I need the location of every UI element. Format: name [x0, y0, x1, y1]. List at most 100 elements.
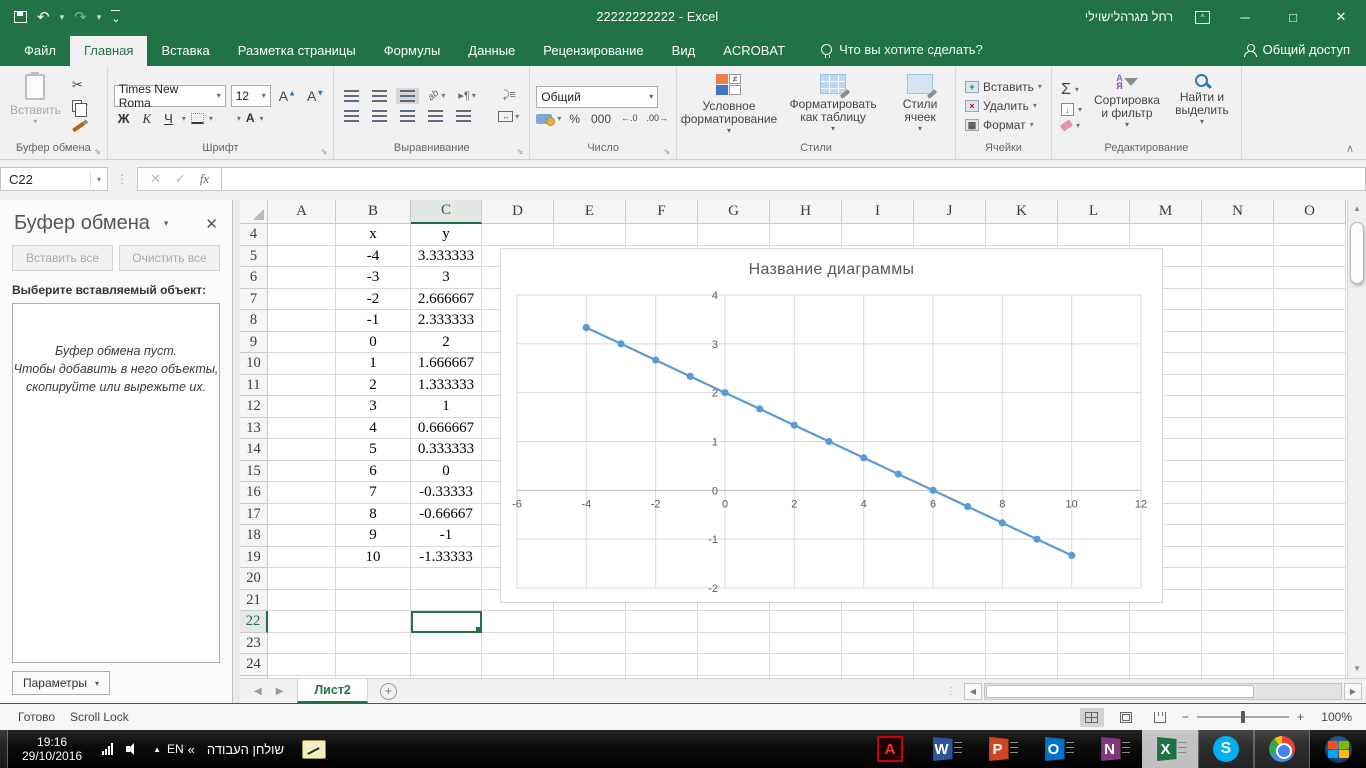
cell-J23[interactable]	[914, 633, 986, 655]
row-header-22[interactable]: 22	[240, 611, 268, 633]
row-header-8[interactable]: 8	[240, 310, 268, 332]
desktop-toolbar-label[interactable]: שולחן העבודה	[199, 742, 292, 757]
cell-G23[interactable]	[698, 633, 770, 655]
row-header-21[interactable]: 21	[240, 590, 268, 612]
normal-view-button[interactable]	[1080, 708, 1104, 727]
clear-all-button[interactable]: Очистить все	[119, 245, 220, 271]
language-indicator[interactable]: EN	[167, 742, 184, 756]
col-header-E[interactable]: E	[554, 200, 626, 224]
cell-A8[interactable]	[268, 310, 336, 332]
underline-button[interactable]: Ч	[160, 111, 177, 126]
cell-A4[interactable]	[268, 224, 336, 246]
cell-O23[interactable]	[1274, 633, 1346, 655]
cell-B8[interactable]: -1	[336, 310, 411, 332]
cell-N15[interactable]	[1202, 461, 1274, 483]
cell-A19[interactable]	[268, 547, 336, 569]
taskbar-app-onenote[interactable]: N	[1086, 730, 1142, 768]
col-header-O[interactable]: O	[1274, 200, 1346, 224]
col-header-G[interactable]: G	[698, 200, 770, 224]
name-box[interactable]: C22▾	[0, 167, 108, 191]
align-left-button[interactable]	[340, 108, 363, 124]
cell-G24[interactable]	[698, 654, 770, 676]
merge-center-button[interactable]: ▾	[494, 109, 523, 124]
cell-A21[interactable]	[268, 590, 336, 612]
autosum-button[interactable]: Σ▾	[1058, 80, 1085, 99]
cell-L24[interactable]	[1058, 654, 1130, 676]
cell-C13[interactable]: 0.666667	[411, 418, 482, 440]
cell-O19[interactable]	[1274, 547, 1346, 569]
network-icon[interactable]	[102, 743, 113, 755]
row-header-12[interactable]: 12	[240, 396, 268, 418]
taskbar-app-skype[interactable]: S	[1198, 730, 1254, 768]
percent-style-button[interactable]: %	[566, 112, 583, 126]
scroll-down-icon[interactable]: ▼	[1353, 660, 1361, 678]
comma-style-button[interactable]: 000	[588, 112, 614, 126]
undo-dropdown[interactable]: ▾	[60, 12, 65, 23]
cell-O4[interactable]	[1274, 224, 1346, 246]
cell-I23[interactable]	[842, 633, 914, 655]
cell-D24[interactable]	[482, 654, 554, 676]
page-layout-view-button[interactable]	[1114, 708, 1138, 727]
cell-O18[interactable]	[1274, 525, 1346, 547]
cell-E22[interactable]	[554, 611, 626, 633]
cell-M25[interactable]	[1130, 676, 1202, 679]
cell-O21[interactable]	[1274, 590, 1346, 612]
cell-F24[interactable]	[626, 654, 698, 676]
cell-C12[interactable]: 1	[411, 396, 482, 418]
cell-L22[interactable]	[1058, 611, 1130, 633]
cell-C10[interactable]: 1.666667	[411, 353, 482, 375]
text-direction-button[interactable]: ▸¶▾	[454, 87, 479, 104]
redo-icon[interactable]: ↷	[74, 10, 87, 25]
chart[interactable]: Название диаграммы -6-4-2024681012-2-101…	[500, 248, 1163, 603]
cell-A13[interactable]	[268, 418, 336, 440]
zoom-level[interactable]: 100%	[1314, 710, 1352, 724]
cell-B23[interactable]	[336, 633, 411, 655]
cell-N12[interactable]	[1202, 396, 1274, 418]
cell-L25[interactable]	[1058, 676, 1130, 679]
cell-O7[interactable]	[1274, 289, 1346, 311]
bold-button[interactable]: Ж	[114, 111, 134, 126]
cut-button[interactable]: ✂	[69, 76, 91, 94]
cell-C21[interactable]	[411, 590, 482, 612]
pane-options-button[interactable]: Параметры▾	[12, 671, 110, 695]
col-header-A[interactable]: A	[268, 200, 336, 224]
cell-N5[interactable]	[1202, 246, 1274, 268]
row-header-20[interactable]: 20	[240, 568, 268, 590]
taskbar-app-acrobat[interactable]: A	[862, 730, 918, 768]
cell-A7[interactable]	[268, 289, 336, 311]
cell-N23[interactable]	[1202, 633, 1274, 655]
cell-B19[interactable]: 10	[336, 547, 411, 569]
minimize-button[interactable]: ─	[1232, 10, 1258, 25]
cell-C24[interactable]	[411, 654, 482, 676]
borders-button[interactable]	[191, 113, 204, 124]
row-header-6[interactable]: 6	[240, 267, 268, 289]
cell-J4[interactable]	[914, 224, 986, 246]
cell-N18[interactable]	[1202, 525, 1274, 547]
pane-dropdown-icon[interactable]: ▾	[164, 218, 169, 229]
customize-qat-icon[interactable]: ⌄	[111, 10, 120, 25]
toolbar-chevron[interactable]: «	[188, 742, 195, 757]
cell-O25[interactable]	[1274, 676, 1346, 679]
cell-O12[interactable]	[1274, 396, 1346, 418]
decrease-decimal-button[interactable]: .00→	[645, 114, 671, 123]
align-center-button[interactable]	[368, 108, 391, 124]
cell-I4[interactable]	[842, 224, 914, 246]
cell-A16[interactable]	[268, 482, 336, 504]
cell-N7[interactable]	[1202, 289, 1274, 311]
cell-A5[interactable]	[268, 246, 336, 268]
cell-B21[interactable]	[336, 590, 411, 612]
format-painter-button[interactable]	[69, 118, 91, 136]
cell-C7[interactable]: 2.666667	[411, 289, 482, 311]
insert-function-icon[interactable]: fx	[200, 171, 209, 187]
cell-B10[interactable]: 1	[336, 353, 411, 375]
row-header-25[interactable]: 25	[240, 676, 268, 679]
cell-E25[interactable]	[554, 676, 626, 679]
format-cells-button[interactable]: ▦Формат▾	[962, 116, 1045, 133]
font-color-button[interactable]: А	[246, 113, 255, 124]
row-header-9[interactable]: 9	[240, 332, 268, 354]
paste-button[interactable]: Вставить ▾	[4, 70, 67, 142]
shrink-font-button[interactable]: А▼	[304, 88, 327, 104]
font-name-select[interactable]: Times New Roma▾	[114, 85, 226, 107]
cell-N14[interactable]	[1202, 439, 1274, 461]
cancel-entry-icon[interactable]: ✕	[150, 171, 161, 187]
